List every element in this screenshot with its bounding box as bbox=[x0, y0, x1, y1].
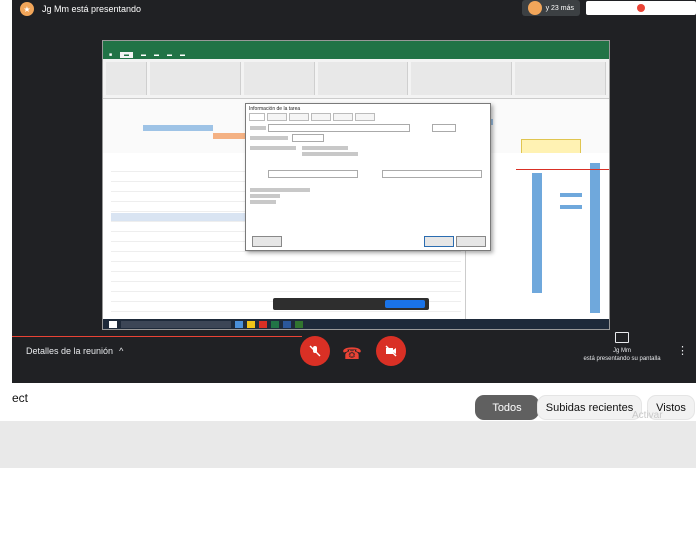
duration-field[interactable] bbox=[432, 124, 456, 132]
shared-screen: ■ ▬ ▬ ▬ ▬ ▬ Información de la tarea bbox=[102, 40, 610, 330]
ok-button[interactable] bbox=[424, 236, 454, 247]
chevron-up-icon: ^ bbox=[119, 346, 124, 356]
field-label bbox=[250, 136, 288, 140]
gantt-bar bbox=[532, 173, 542, 293]
taskbar-app-icon[interactable] bbox=[235, 320, 243, 328]
cancel-button[interactable] bbox=[456, 236, 486, 247]
presenter-badge: ★ Jg Mm está presentando bbox=[20, 2, 141, 16]
ribbon-group bbox=[411, 62, 513, 95]
presenter-label: Jg Mm está presentando bbox=[42, 4, 142, 14]
self-view-tile[interactable] bbox=[586, 1, 696, 15]
ribbon-tab-active: ▬ bbox=[120, 52, 134, 58]
taskbar-app-icon[interactable] bbox=[259, 320, 267, 328]
screen-share-banner bbox=[273, 298, 429, 310]
ribbon-group bbox=[106, 62, 147, 95]
gantt-bar bbox=[560, 205, 582, 209]
radio-option[interactable] bbox=[302, 146, 348, 150]
task-info-dialog[interactable]: Información de la tarea bbox=[245, 103, 491, 251]
taskbar-app-icon[interactable] bbox=[247, 320, 255, 328]
ribbon-group bbox=[243, 62, 315, 95]
camera-off-icon[interactable] bbox=[376, 336, 406, 366]
mic-off-icon[interactable] bbox=[300, 336, 330, 366]
ribbon-group bbox=[149, 62, 241, 95]
start-date-field[interactable] bbox=[268, 170, 358, 178]
dialog-tab[interactable] bbox=[311, 113, 331, 121]
taskbar-app-icon[interactable] bbox=[283, 320, 291, 328]
field-label bbox=[250, 146, 296, 150]
meet-top-bar: ★ Jg Mm está presentando y 23 más bbox=[12, 0, 696, 18]
ribbon-tab: ■ bbox=[109, 52, 113, 58]
field-label bbox=[250, 126, 266, 130]
ribbon-tabs: ■ ▬ ▬ ▬ ▬ ▬ bbox=[103, 51, 609, 59]
taskbar-app-icon[interactable] bbox=[271, 320, 279, 328]
ribbon-tab: ▬ bbox=[180, 52, 186, 58]
ribbon-tab: ▬ bbox=[154, 52, 160, 58]
meeting-details-button[interactable]: Detalles de la reunión ^ bbox=[26, 346, 123, 356]
phone-hangup-icon[interactable]: ☎ bbox=[342, 344, 362, 364]
dialog-tab[interactable] bbox=[355, 113, 375, 121]
gantt-today-line bbox=[516, 169, 609, 170]
ribbon-group bbox=[515, 62, 607, 95]
percent-field[interactable] bbox=[292, 134, 324, 142]
recording-dot-icon bbox=[637, 4, 645, 12]
app-title-bar bbox=[103, 41, 609, 51]
gantt-bar bbox=[560, 193, 582, 197]
meet-window: ★ Jg Mm está presentando y 23 más ■ ▬ ▬ … bbox=[12, 0, 696, 383]
dialog-title: Información de la tarea bbox=[249, 105, 301, 112]
finish-date-field[interactable] bbox=[382, 170, 482, 178]
timeline-bar bbox=[143, 125, 213, 131]
participants-label: y 23 más bbox=[545, 4, 574, 12]
participant-avatar bbox=[527, 1, 542, 15]
table-row bbox=[111, 273, 461, 282]
radio-option[interactable] bbox=[302, 152, 358, 156]
gray-band bbox=[0, 421, 696, 468]
checkbox-option[interactable] bbox=[250, 188, 310, 192]
dialog-tab[interactable] bbox=[289, 113, 309, 121]
dialog-tab[interactable] bbox=[249, 113, 265, 121]
table-row bbox=[111, 253, 461, 262]
presenter-subtitle: está presentando su pantalla bbox=[583, 356, 661, 362]
table-row bbox=[111, 283, 461, 292]
dialog-tab[interactable] bbox=[267, 113, 287, 121]
filter-bar: ect Todos Subidas recientes Vistos bbox=[12, 383, 696, 421]
presenter-avatar: ★ bbox=[20, 2, 34, 16]
dialog-tabs bbox=[246, 113, 490, 121]
ribbon bbox=[103, 59, 609, 99]
start-icon[interactable] bbox=[109, 320, 117, 328]
meet-controls: Detalles de la reunión ^ ☎ Jg Mm está pr… bbox=[12, 330, 696, 383]
help-button[interactable] bbox=[252, 236, 282, 247]
top-right-cluster: y 23 más bbox=[521, 0, 696, 16]
present-screen-icon bbox=[615, 332, 629, 343]
activation-watermark: Activar bbox=[632, 410, 663, 421]
participants-pill[interactable]: y 23 más bbox=[521, 0, 580, 16]
windows-taskbar bbox=[103, 319, 609, 329]
presenter-status: Jg Mm está presentando su pantalla bbox=[572, 332, 672, 363]
checkbox-option[interactable] bbox=[250, 200, 276, 204]
ribbon-tab: ▬ bbox=[141, 52, 147, 58]
taskbar-search[interactable] bbox=[121, 320, 231, 328]
more-vert-icon[interactable]: ⋮ bbox=[677, 344, 688, 357]
ribbon-tab: ▬ bbox=[167, 52, 173, 58]
task-name-field[interactable] bbox=[268, 124, 410, 132]
stop-sharing-button[interactable] bbox=[385, 300, 425, 308]
checkbox-option[interactable] bbox=[250, 194, 280, 198]
presenter-name: Jg Mm bbox=[613, 348, 631, 354]
dialog-tab[interactable] bbox=[333, 113, 353, 121]
meeting-details-label: Detalles de la reunión bbox=[26, 346, 114, 356]
taskbar-app-icon[interactable] bbox=[295, 320, 303, 328]
progress-line bbox=[12, 336, 302, 337]
partial-title: ect bbox=[12, 391, 29, 405]
chip-todos[interactable]: Todos bbox=[475, 395, 539, 420]
gantt-bar bbox=[590, 163, 600, 313]
chip-subidas-recientes[interactable]: Subidas recientes bbox=[537, 395, 642, 420]
ribbon-group bbox=[317, 62, 409, 95]
table-row bbox=[111, 263, 461, 272]
